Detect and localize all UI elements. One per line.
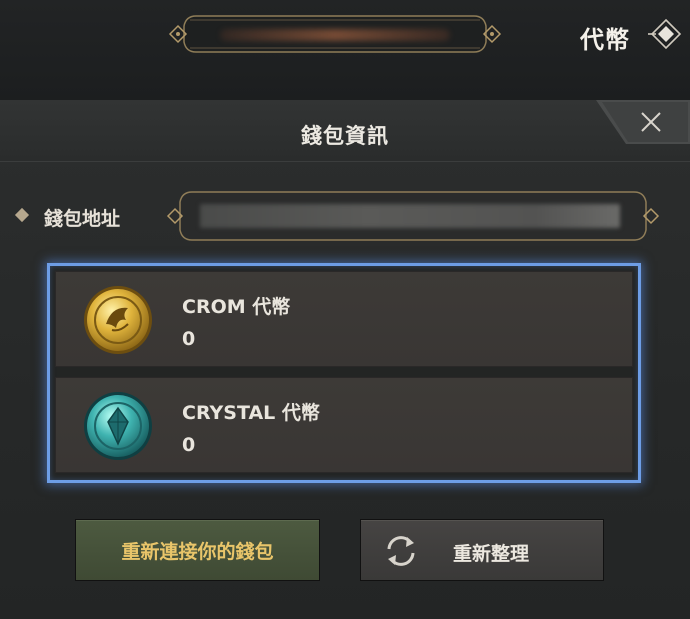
token-amount: 0 [182, 328, 196, 350]
token-name: CRYSTAL 代幣 [182, 402, 320, 424]
reconnect-wallet-button[interactable]: 重新連接你的錢包 [75, 519, 320, 581]
crystal-coin-icon [84, 392, 152, 460]
token-row-crom[interactable]: CROM 代幣 0 [55, 271, 633, 367]
dialog-title: 錢包資訊 [301, 124, 389, 148]
token-name: CROM 代幣 [182, 296, 291, 318]
refresh-button[interactable]: 重新整理 [360, 519, 604, 581]
bullet-diamond-icon [14, 207, 30, 223]
top-bar: 代幣 [0, 0, 690, 100]
refresh-label: 重新整理 [453, 543, 530, 565]
wallet-address-value [200, 204, 620, 228]
dialog-header: 錢包資訊 [0, 100, 690, 162]
character-name-frame [168, 12, 502, 56]
token-list: CROM 代幣 0 CRYSTAL 代幣 0 [47, 263, 641, 483]
close-button[interactable] [596, 100, 690, 144]
token-row-crystal[interactable]: CRYSTAL 代幣 0 [55, 377, 633, 473]
diamond-arrow-icon[interactable] [648, 16, 684, 52]
reconnect-wallet-label: 重新連接你的錢包 [121, 540, 274, 563]
refresh-icon [387, 536, 415, 566]
character-name-redacted [220, 29, 450, 41]
token-amount: 0 [182, 434, 196, 456]
wallet-address-field[interactable] [166, 188, 660, 244]
crom-coin-icon [84, 286, 152, 354]
wallet-info-dialog: 錢包資訊 錢包地址 CROM 代幣 0 CRYSTAL 代幣 0 重新連接你的錢… [0, 100, 690, 619]
wallet-address-label: 錢包地址 [44, 208, 121, 230]
token-label[interactable]: 代幣 [580, 20, 630, 55]
